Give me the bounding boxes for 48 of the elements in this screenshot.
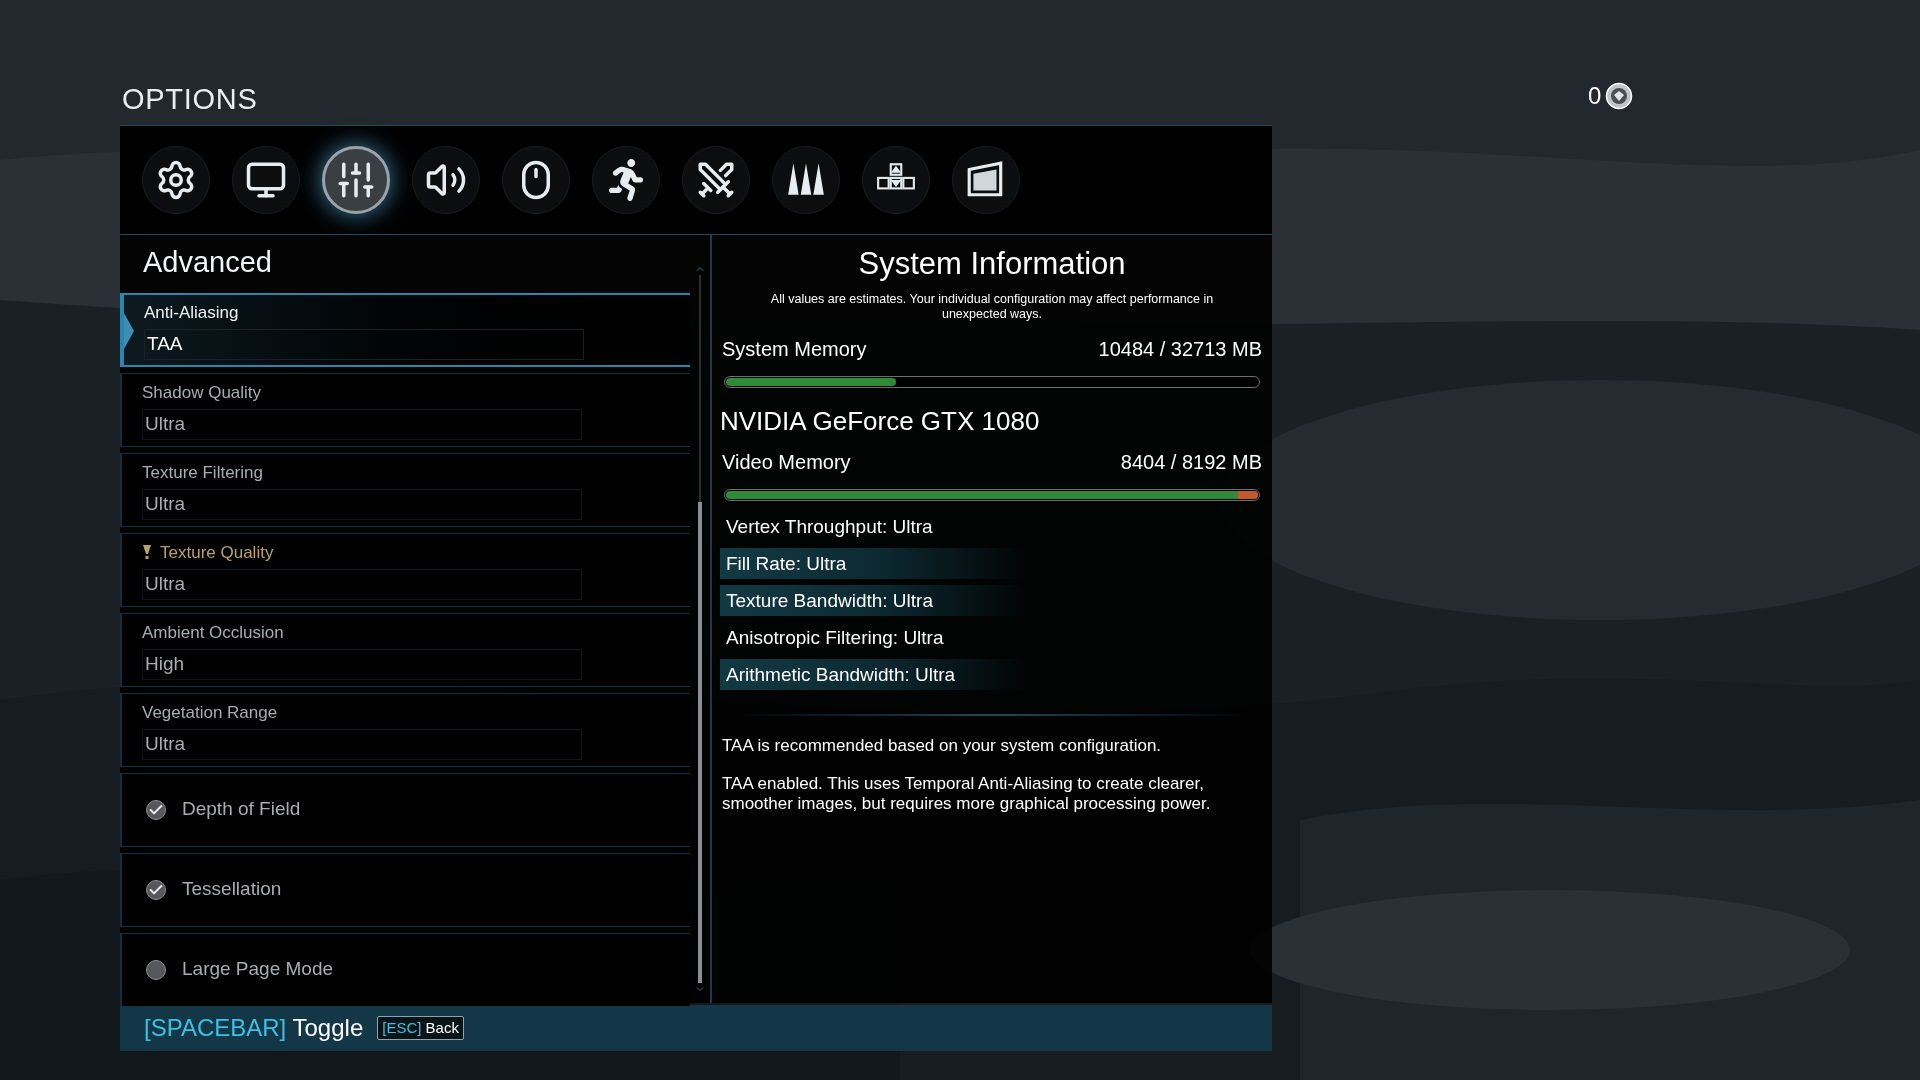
setting-label: Large Page Mode	[182, 957, 334, 982]
setting-value: Ultra	[142, 409, 582, 440]
over-limit-segment	[1238, 490, 1258, 499]
gpu-name: NVIDIA GeForce GTX 1080	[720, 404, 1041, 438]
setting-checkbox-row[interactable]: Large Page Mode	[120, 932, 690, 1007]
setting-label: Texture Quality	[160, 541, 274, 564]
back-button[interactable]: [ESC] Back	[377, 1016, 464, 1040]
performance-rating: Vertex Throughput: Ultra	[725, 514, 934, 539]
setting-checkbox-row[interactable]: Depth of Field	[120, 772, 690, 847]
setting-value: Ultra	[142, 489, 582, 520]
toggle-hint: [SPACEBAR] Toggle	[144, 1013, 364, 1043]
unchecked-checkbox[interactable]	[146, 959, 166, 980]
setting-checkbox-row[interactable]: Tessellation	[120, 852, 690, 927]
system-memory-label: System Memory	[722, 336, 867, 362]
video-memory-reading: 8404 / 8192 MB	[1120, 449, 1262, 475]
setting-dropdown[interactable]: Texture Quality Ultra	[120, 532, 690, 607]
system-memory-reading: 10484 / 32713 MB	[1098, 336, 1262, 362]
setting-dropdown[interactable]: Shadow Quality Ultra	[120, 372, 690, 447]
category-tab[interactable]	[322, 146, 390, 214]
page-title: OPTIONS	[122, 82, 258, 117]
setting-label: Texture Filtering	[142, 461, 263, 484]
selection-arrow-icon	[124, 312, 134, 349]
setting-value: TAA	[144, 329, 584, 360]
setting-value: High	[142, 649, 582, 680]
setting-value: Ultra	[142, 729, 582, 760]
setting-description: TAA enabled. This uses Temporal Anti-Aliasing to create clearer, smoother images, but requires more graphical processing power.	[722, 773, 1212, 814]
setting-description: TAA is recommended based on your system configuration.	[722, 735, 1163, 756]
scrollbar-thumb[interactable]	[698, 501, 702, 983]
setting-label: Anti-Aliasing	[144, 301, 239, 324]
setting-label: Depth of Field	[182, 797, 301, 822]
performance-rating: Anisotropic Filtering: Ultra	[725, 625, 945, 650]
setting-label: Tessellation	[182, 877, 282, 902]
emblem-icon	[1605, 82, 1634, 110]
setting-dropdown[interactable]: Texture Filtering Ultra	[120, 452, 690, 527]
checked-checkbox[interactable]	[146, 799, 166, 820]
setting-dropdown[interactable]: Vegetation Range Ultra	[120, 692, 690, 767]
setting-dropdown[interactable]: Anti-Aliasing TAA	[120, 292, 690, 367]
setting-label: Vegetation Range	[142, 701, 278, 724]
setting-value: Ultra	[142, 569, 582, 600]
estimate-note: All values are estimates. Your individual configuration may affect performance in unexpected ways.	[769, 291, 1215, 322]
section-heading: Advanced	[143, 245, 272, 280]
currency-amount: 0	[1588, 81, 1602, 111]
checked-checkbox[interactable]	[146, 879, 166, 900]
video-memory-label: Video Memory	[722, 449, 851, 475]
setting-label: Shadow Quality	[142, 381, 262, 404]
setting-label: Ambient Occlusion	[142, 621, 284, 644]
setting-dropdown[interactable]: Ambient Occlusion High	[120, 612, 690, 687]
panel-title: System Information	[857, 245, 1127, 283]
